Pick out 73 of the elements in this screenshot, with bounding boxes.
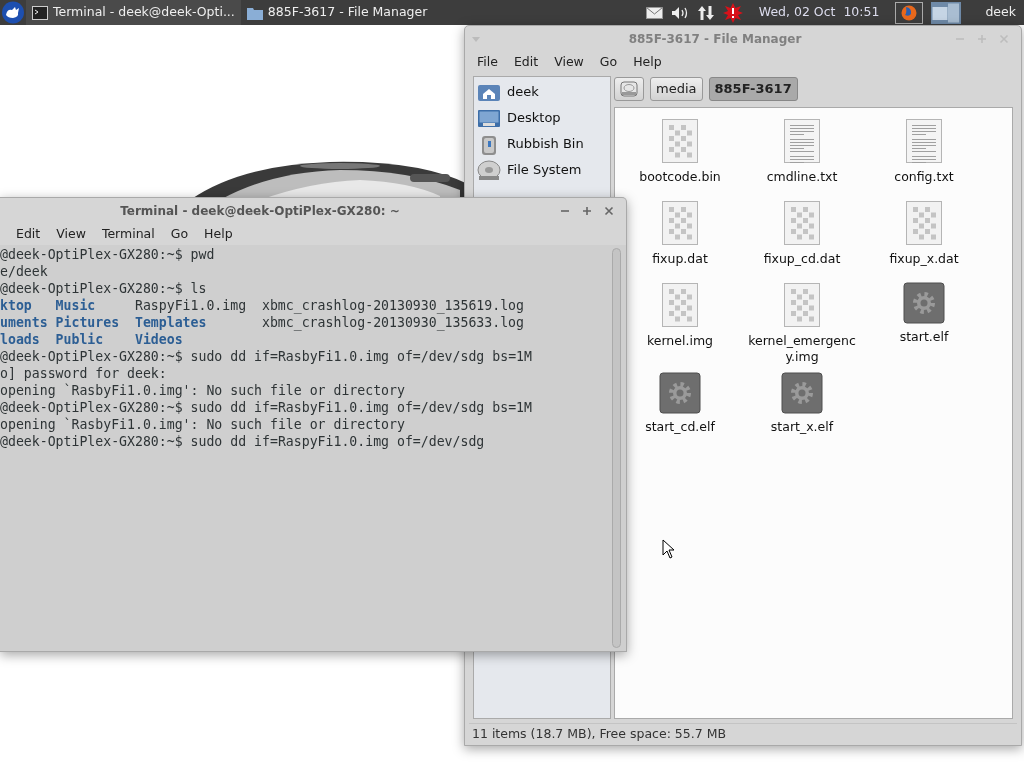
terminal-icon <box>32 5 48 20</box>
terminal-line: @deek-OptiPlex-GX280:~$ sudo dd if=RasbyFi1.0.img of=/dev/sdg bs=1M <box>0 399 533 416</box>
image-file-icon <box>661 282 699 328</box>
file-name[interactable]: fixup.dat <box>652 251 708 268</box>
file-name[interactable]: kernel_emergency.img <box>746 333 858 366</box>
menu-item[interactable]: File <box>469 52 506 72</box>
path-root-button[interactable] <box>614 77 644 101</box>
scrollbar[interactable] <box>612 248 621 648</box>
text-file-icon <box>783 118 821 164</box>
terminal-line: o] password for deek: <box>0 365 168 382</box>
window-title: Terminal - deek@deek-OptiPlex-GX280: ~ <box>119 202 401 220</box>
terminal-line: opening `RasbyFi1.0.img': No such file or directory <box>0 416 406 433</box>
terminal-line: uments Pictures Templates xbmc_crashlog-20130930_135633.log <box>0 314 525 331</box>
text-file-icon <box>905 118 943 164</box>
terminal-line: @deek-OptiPlex-GX280:~$ sudo dd if=RasbyFi1.0.img of=/dev/sdg bs=1M <box>0 348 533 365</box>
file-name[interactable]: start.elf <box>899 329 949 346</box>
browser-launcher[interactable] <box>895 1 924 24</box>
mail-icon[interactable] <box>645 6 663 19</box>
file-name[interactable]: start_cd.elf <box>645 418 715 435</box>
alert-icon[interactable] <box>722 2 743 23</box>
menu-item[interactable]: Edit <box>505 52 547 72</box>
menu-logo-icon[interactable] <box>0 0 26 25</box>
network-arrows-icon[interactable] <box>696 4 715 21</box>
menu-item[interactable]: Go <box>162 224 197 244</box>
sidebar-item[interactable]: File System <box>474 157 610 183</box>
drive-icon <box>620 81 638 97</box>
drive-icon <box>477 158 501 182</box>
user-name[interactable]: deek <box>985 3 1016 22</box>
menu-item[interactable]: Edit <box>8 224 49 244</box>
image-file-icon <box>905 200 943 246</box>
folder-icon <box>246 5 263 20</box>
workspace-switcher[interactable] <box>931 1 962 24</box>
menu-item[interactable]: Help <box>196 224 241 244</box>
image-file-icon <box>661 118 699 164</box>
volume-icon[interactable] <box>670 5 689 20</box>
file-name[interactable]: cmdline.txt <box>766 169 838 186</box>
sidebar-item[interactable]: Rubbish Bin <box>474 131 610 157</box>
taskbar-button[interactable]: Terminal - deek@deek-Opti... <box>26 0 241 25</box>
terminal-line: opening `RasbyFi1.0.img': No such file or directory <box>0 382 406 399</box>
terminal-line: ktop Music RaspyFi1.0.img xbmc_crashlog-20130930_135619.log <box>0 297 525 314</box>
gear-file-icon <box>781 371 823 414</box>
file-name[interactable]: config.txt <box>894 169 954 186</box>
status-bar: 11 items (18.7 MB), Free space: 55.7 MB <box>469 723 1017 745</box>
sidebar-item[interactable]: Desktop <box>474 105 610 131</box>
menu-item[interactable]: View <box>48 224 94 244</box>
terminal-line: loads Public Videos <box>0 331 184 348</box>
image-file-icon <box>783 200 821 246</box>
sidebar-item[interactable]: deek <box>474 79 610 105</box>
image-file-icon <box>783 282 821 328</box>
terminal-line: @deek-OptiPlex-GX280:~$ pwd <box>0 246 216 263</box>
close-icon[interactable] <box>603 204 615 217</box>
maximize-icon[interactable] <box>581 204 593 217</box>
terminal-line: @deek-OptiPlex-GX280:~$ ls <box>0 280 208 297</box>
menu-item[interactable]: View <box>546 52 592 72</box>
path-button[interactable]: media <box>650 77 703 101</box>
clock[interactable]: Wed, 02 Oct 10:51 <box>758 3 880 22</box>
file-name[interactable]: start_x.elf <box>770 418 834 435</box>
path-button[interactable]: 885F-3617 <box>708 77 798 101</box>
file-name[interactable]: fixup_cd.dat <box>763 251 841 268</box>
file-name[interactable]: bootcode.bin <box>639 169 721 186</box>
pointer-icon <box>662 539 675 559</box>
taskbar-button[interactable]: 885F-3617 - File Manager <box>240 0 434 25</box>
terminal-line: @deek-OptiPlex-GX280:~$ sudo dd if=RaspyFi1.0.img of=/dev/sdg <box>0 433 486 450</box>
menu-item[interactable]: Help <box>625 52 670 72</box>
window-title: 885F-3617 - File Manager <box>627 30 803 48</box>
gear-file-icon <box>903 282 945 324</box>
menu-item[interactable]: Terminal <box>93 224 163 244</box>
image-file-icon <box>661 200 699 246</box>
menu-item[interactable]: Go <box>591 52 626 72</box>
file-name[interactable]: fixup_x.dat <box>889 251 959 268</box>
gear-file-icon <box>659 371 701 414</box>
file-name[interactable]: kernel.img <box>646 333 713 350</box>
terminal-line: e/deek <box>0 263 49 280</box>
